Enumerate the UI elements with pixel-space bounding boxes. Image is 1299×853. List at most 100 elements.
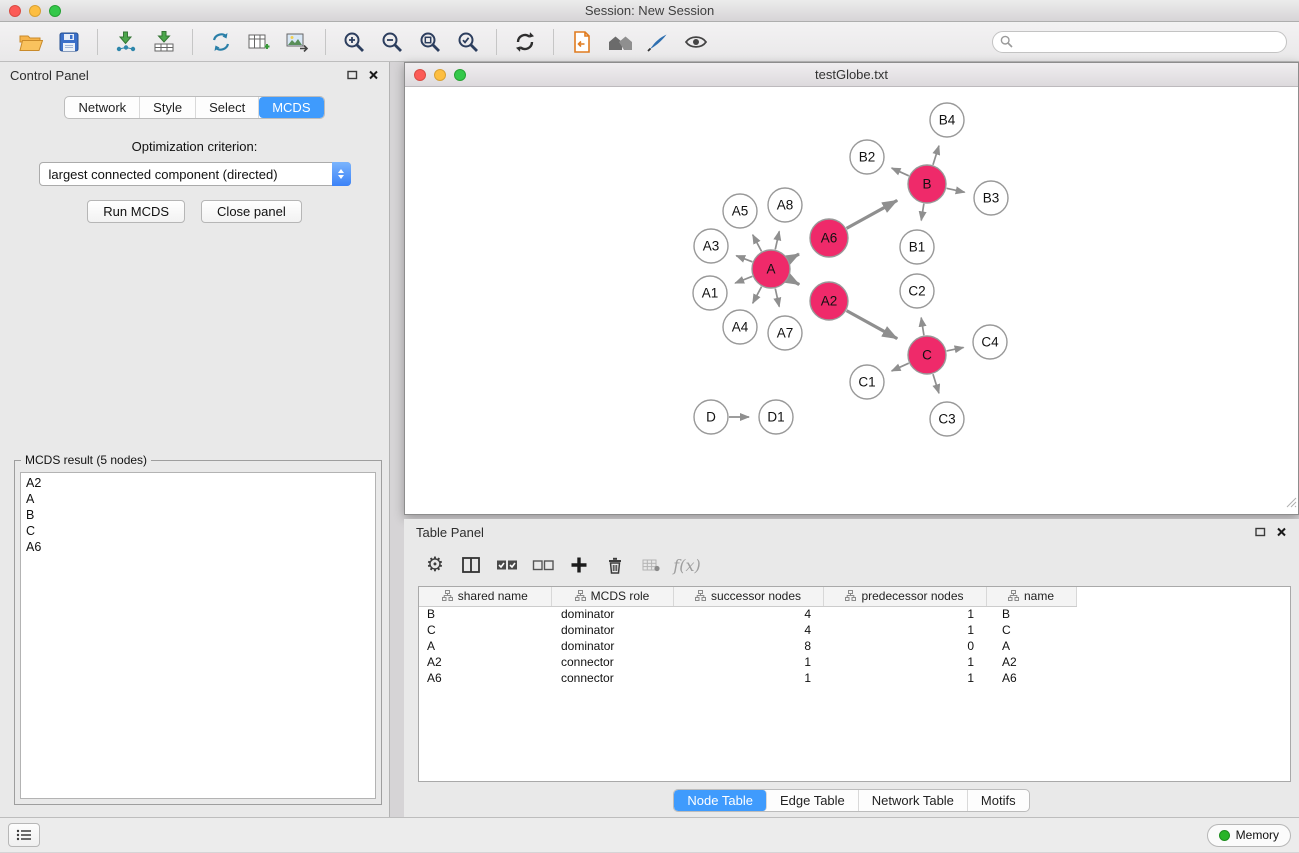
run-mcds-button[interactable]: Run MCDS (87, 200, 185, 223)
float-table-panel-icon[interactable] (1255, 527, 1266, 537)
add-row-icon[interactable] (564, 550, 594, 580)
node-A[interactable]: A (752, 250, 790, 288)
table-cell[interactable]: 1 (823, 606, 986, 622)
column-header-shared-name[interactable]: shared name (419, 587, 551, 606)
function-builder-icon[interactable]: f(x) (672, 550, 702, 580)
table-cell[interactable]: dominator (551, 622, 673, 638)
table-row[interactable]: A6connector11A6 (419, 670, 1076, 686)
tab-node-table[interactable]: Node Table (674, 790, 767, 811)
tab-select[interactable]: Select (196, 97, 259, 118)
node-A3[interactable]: A3 (694, 229, 728, 263)
zoom-out-icon[interactable] (373, 26, 411, 58)
save-session-icon[interactable] (50, 26, 88, 58)
edge-C-C3[interactable] (933, 374, 939, 393)
table-row[interactable]: Cdominator41C (419, 622, 1076, 638)
select-all-icon[interactable] (492, 550, 522, 580)
window-resize-handle[interactable] (1285, 495, 1297, 513)
zoom-selected-icon[interactable] (449, 26, 487, 58)
edge-B-B4[interactable] (933, 146, 939, 165)
table-cell[interactable]: A6 (986, 670, 1076, 686)
tab-mcds[interactable]: MCDS (259, 97, 323, 118)
node-B4[interactable]: B4 (930, 103, 964, 137)
close-panel-icon[interactable] (368, 70, 379, 80)
zoom-in-icon[interactable] (335, 26, 373, 58)
result-item[interactable]: A (21, 491, 375, 507)
node-C4[interactable]: C4 (973, 325, 1007, 359)
node-A8[interactable]: A8 (768, 188, 802, 222)
table-cell[interactable]: A (419, 638, 551, 654)
table-cell[interactable]: 4 (673, 622, 823, 638)
table-cell[interactable]: A2 (419, 654, 551, 670)
network-graph[interactable]: AA1A2A3A4A5A6A7A8BB1B2B3B4CC1C2C3C4DD1 (405, 87, 1298, 513)
result-item[interactable]: A2 (21, 475, 375, 491)
table-cell[interactable]: C (419, 622, 551, 638)
result-item[interactable]: B (21, 507, 375, 523)
open-session-file-icon[interactable] (563, 26, 601, 58)
clear-selection-icon[interactable] (528, 550, 558, 580)
node-B3[interactable]: B3 (974, 181, 1008, 215)
result-item[interactable]: C (21, 523, 375, 539)
node-B1[interactable]: B1 (900, 230, 934, 264)
table-cell[interactable]: 1 (673, 654, 823, 670)
node-B[interactable]: B (908, 165, 946, 203)
node-A1[interactable]: A1 (693, 276, 727, 310)
table-cell[interactable]: 1 (823, 622, 986, 638)
tab-motifs[interactable]: Motifs (968, 790, 1029, 811)
table-cell[interactable]: A (986, 638, 1076, 654)
memory-button[interactable]: Memory (1207, 824, 1291, 847)
edge-B-B2[interactable] (892, 168, 909, 176)
edge-C-C4[interactable] (947, 347, 964, 351)
close-panel-button[interactable]: Close panel (201, 200, 302, 223)
node-A6[interactable]: A6 (810, 219, 848, 257)
tab-style[interactable]: Style (140, 97, 196, 118)
table-row[interactable]: Adominator80A (419, 638, 1076, 654)
edge-A-A2[interactable] (789, 279, 800, 285)
table-cell[interactable]: C (986, 622, 1076, 638)
column-header-predecessor-nodes[interactable]: predecessor nodes (823, 587, 986, 606)
edge-A-A4[interactable] (753, 287, 762, 304)
edge-A-A7[interactable] (775, 289, 779, 307)
node-A4[interactable]: A4 (723, 310, 757, 344)
edge-C-C2[interactable] (921, 318, 924, 336)
edge-C-C1[interactable] (892, 363, 909, 371)
tab-edge-table[interactable]: Edge Table (767, 790, 859, 811)
tab-network[interactable]: Network (65, 97, 140, 118)
node-D1[interactable]: D1 (759, 400, 793, 434)
column-header-MCDS-role[interactable]: MCDS role (551, 587, 673, 606)
node-A7[interactable]: A7 (768, 316, 802, 350)
table-cell[interactable]: B (419, 606, 551, 622)
table-cell[interactable]: connector (551, 654, 673, 670)
open-file-icon[interactable] (12, 26, 50, 58)
delete-table-icon[interactable] (636, 550, 666, 580)
table-cell[interactable]: A6 (419, 670, 551, 686)
edge-A-A8[interactable] (775, 231, 779, 249)
node-table-container[interactable]: shared nameMCDS rolesuccessor nodesprede… (418, 586, 1291, 782)
table-cell[interactable]: A2 (986, 654, 1076, 670)
apply-style-icon[interactable] (639, 26, 677, 58)
new-network-icon[interactable] (202, 26, 240, 58)
node-D[interactable]: D (694, 400, 728, 434)
result-item[interactable]: A6 (21, 539, 375, 555)
new-table-icon[interactable] (240, 26, 278, 58)
edge-A-A5[interactable] (753, 235, 762, 252)
table-cell[interactable]: 0 (823, 638, 986, 654)
mcds-result-list[interactable]: A2ABCA6 (20, 472, 376, 799)
float-panel-icon[interactable] (347, 70, 358, 80)
criterion-dropdown[interactable]: largest connected component (directed) (39, 162, 351, 186)
export-image-icon[interactable] (278, 26, 316, 58)
close-table-panel-icon[interactable] (1276, 527, 1287, 537)
table-settings-icon[interactable]: ⚙ (420, 550, 450, 580)
home-icon[interactable] (601, 26, 639, 58)
network-window-titlebar[interactable]: testGlobe.txt (405, 63, 1298, 87)
table-cell[interactable]: dominator (551, 638, 673, 654)
table-cell[interactable]: 1 (823, 670, 986, 686)
edge-A2-C[interactable] (847, 311, 898, 339)
node-A5[interactable]: A5 (723, 194, 757, 228)
edge-A-A3[interactable] (736, 256, 752, 262)
table-cell[interactable]: 4 (673, 606, 823, 622)
table-cell[interactable]: B (986, 606, 1076, 622)
table-cell[interactable]: 1 (823, 654, 986, 670)
node-C3[interactable]: C3 (930, 402, 964, 436)
node-C1[interactable]: C1 (850, 365, 884, 399)
column-header-successor-nodes[interactable]: successor nodes (673, 587, 823, 606)
